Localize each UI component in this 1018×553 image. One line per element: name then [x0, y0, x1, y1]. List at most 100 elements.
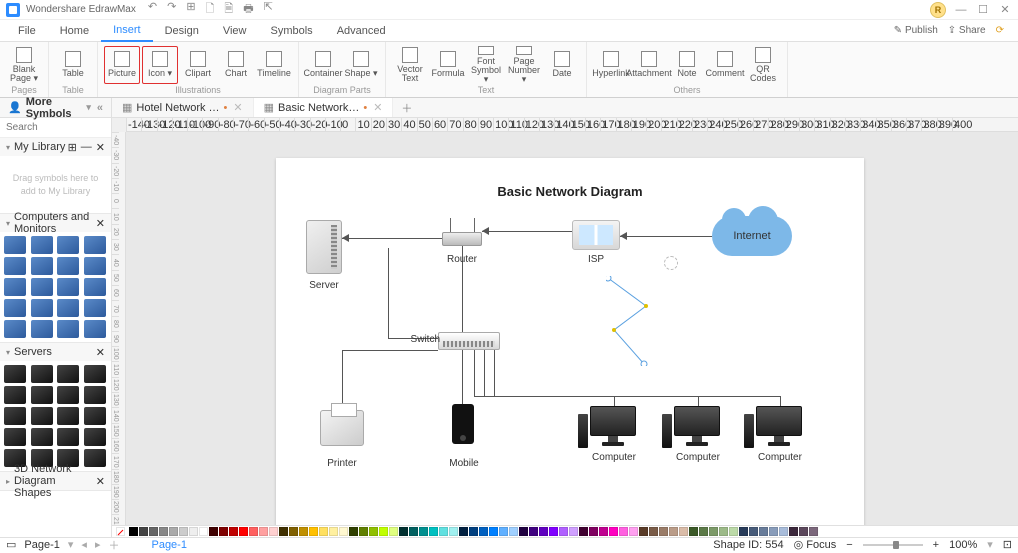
- ribbon-date-button[interactable]: Date: [544, 46, 580, 84]
- color-swatch[interactable]: [199, 527, 208, 536]
- ribbon-page-button[interactable]: Page Number ▾: [506, 46, 542, 84]
- symbol-thumb[interactable]: [57, 278, 79, 296]
- color-swatch[interactable]: [479, 527, 488, 536]
- color-swatch[interactable]: [769, 527, 778, 536]
- symbol-thumb[interactable]: [31, 320, 53, 338]
- computer-node[interactable]: [756, 406, 804, 450]
- ribbon-container-button[interactable]: Container: [305, 46, 341, 84]
- ribbon-font-button[interactable]: Font Symbol ▾: [468, 46, 504, 84]
- color-swatch[interactable]: [339, 527, 348, 536]
- color-swatch[interactable]: [749, 527, 758, 536]
- color-swatch[interactable]: [549, 527, 558, 536]
- ribbon-timeline-button[interactable]: Timeline: [256, 46, 292, 84]
- canvas-stage[interactable]: Basic Network Diagram: [126, 132, 1018, 550]
- color-swatch[interactable]: [559, 527, 568, 536]
- color-swatch[interactable]: [169, 527, 178, 536]
- color-swatch[interactable]: [129, 527, 138, 536]
- symbol-thumb[interactable]: [57, 236, 79, 254]
- ribbon-chart-button[interactable]: Chart: [218, 46, 254, 84]
- color-swatch[interactable]: [349, 527, 358, 536]
- connector[interactable]: [474, 350, 475, 396]
- ribbon-icon-button[interactable]: Icon ▾: [142, 46, 178, 84]
- next-page-button[interactable]: ▸: [95, 538, 101, 551]
- color-swatch[interactable]: [569, 527, 578, 536]
- color-swatch[interactable]: [789, 527, 798, 536]
- zoom-out-button[interactable]: −: [846, 539, 852, 551]
- color-swatch[interactable]: [229, 527, 238, 536]
- menu-tab-insert[interactable]: Insert: [101, 20, 153, 42]
- color-swatch[interactable]: [529, 527, 538, 536]
- document-tab[interactable]: ▦Hotel Network …•✕: [112, 98, 254, 117]
- ribbon-formula-button[interactable]: Formula: [430, 46, 466, 84]
- add-page-button[interactable]: ＋: [108, 537, 119, 553]
- symbol-thumb[interactable]: [84, 299, 106, 317]
- symbol-thumb[interactable]: [84, 257, 106, 275]
- symbol-thumb[interactable]: [84, 407, 106, 425]
- color-swatch[interactable]: [469, 527, 478, 536]
- color-swatch[interactable]: [279, 527, 288, 536]
- qat-button-5[interactable]: 🖶: [243, 0, 253, 19]
- computer-node[interactable]: [674, 406, 722, 450]
- menu-tab-home[interactable]: Home: [48, 20, 101, 42]
- symbol-thumb[interactable]: [4, 236, 26, 254]
- menu-tab-view[interactable]: View: [211, 20, 259, 42]
- color-swatch[interactable]: [689, 527, 698, 536]
- color-swatch[interactable]: [709, 527, 718, 536]
- color-swatch[interactable]: [179, 527, 188, 536]
- connector[interactable]: [388, 248, 389, 338]
- panel-tool-icon[interactable]: ✕: [96, 346, 105, 359]
- connector[interactable]: [484, 350, 485, 396]
- color-swatch[interactable]: [449, 527, 458, 536]
- ribbon-vector-button[interactable]: Vector Text: [392, 46, 428, 84]
- more-symbols-header[interactable]: 👤 More Symbols ▾ «: [0, 98, 112, 117]
- connector[interactable]: [342, 350, 343, 410]
- color-swatch[interactable]: [719, 527, 728, 536]
- fit-page-button[interactable]: ⊡: [1003, 538, 1012, 551]
- color-swatch[interactable]: [629, 527, 638, 536]
- ribbon-qr-button[interactable]: QR Codes: [745, 46, 781, 84]
- color-swatch[interactable]: [799, 527, 808, 536]
- menu-tab-advanced[interactable]: Advanced: [325, 20, 398, 42]
- symbol-thumb[interactable]: [84, 365, 106, 383]
- color-swatch[interactable]: [149, 527, 158, 536]
- symbol-thumb[interactable]: [31, 278, 53, 296]
- prev-page-button[interactable]: ◂: [81, 538, 87, 551]
- close-tab-icon[interactable]: ✕: [233, 101, 242, 114]
- zoom-slider[interactable]: [863, 544, 923, 546]
- color-swatch[interactable]: [699, 527, 708, 536]
- no-fill-swatch[interactable]: [116, 527, 125, 536]
- symbol-thumb[interactable]: [4, 299, 26, 317]
- color-swatch[interactable]: [249, 527, 258, 536]
- color-swatch[interactable]: [379, 527, 388, 536]
- qat-button-3[interactable]: 🗋: [206, 0, 215, 19]
- panel-tool-icon[interactable]: ⊞: [68, 141, 77, 154]
- collapse-icon[interactable]: «: [97, 102, 103, 114]
- color-swatch[interactable]: [299, 527, 308, 536]
- color-swatch[interactable]: [429, 527, 438, 536]
- symbol-thumb[interactable]: [57, 299, 79, 317]
- color-swatch[interactable]: [369, 527, 378, 536]
- color-swatch[interactable]: [599, 527, 608, 536]
- page-view-icon[interactable]: ▭: [6, 538, 16, 551]
- symbol-thumb[interactable]: [31, 365, 53, 383]
- color-swatch[interactable]: [159, 527, 168, 536]
- color-swatch[interactable]: [399, 527, 408, 536]
- server-node[interactable]: [306, 220, 342, 274]
- new-tab-button[interactable]: ＋: [393, 100, 420, 116]
- symbol-thumb[interactable]: [4, 320, 26, 338]
- color-swatch[interactable]: [669, 527, 678, 536]
- color-swatch[interactable]: [589, 527, 598, 536]
- symbol-thumb[interactable]: [31, 257, 53, 275]
- symbol-thumb[interactable]: [84, 428, 106, 446]
- color-swatch[interactable]: [239, 527, 248, 536]
- panel-tool-icon[interactable]: ✕: [96, 217, 105, 230]
- menu-tab-file[interactable]: File: [6, 20, 48, 42]
- color-swatch[interactable]: [519, 527, 528, 536]
- color-swatch[interactable]: [649, 527, 658, 536]
- color-swatch[interactable]: [269, 527, 278, 536]
- connector[interactable]: [482, 231, 572, 232]
- symbol-thumb[interactable]: [84, 278, 106, 296]
- connector[interactable]: [342, 238, 442, 239]
- switch-node[interactable]: [438, 332, 500, 350]
- ribbon-table-button[interactable]: Table: [55, 46, 91, 84]
